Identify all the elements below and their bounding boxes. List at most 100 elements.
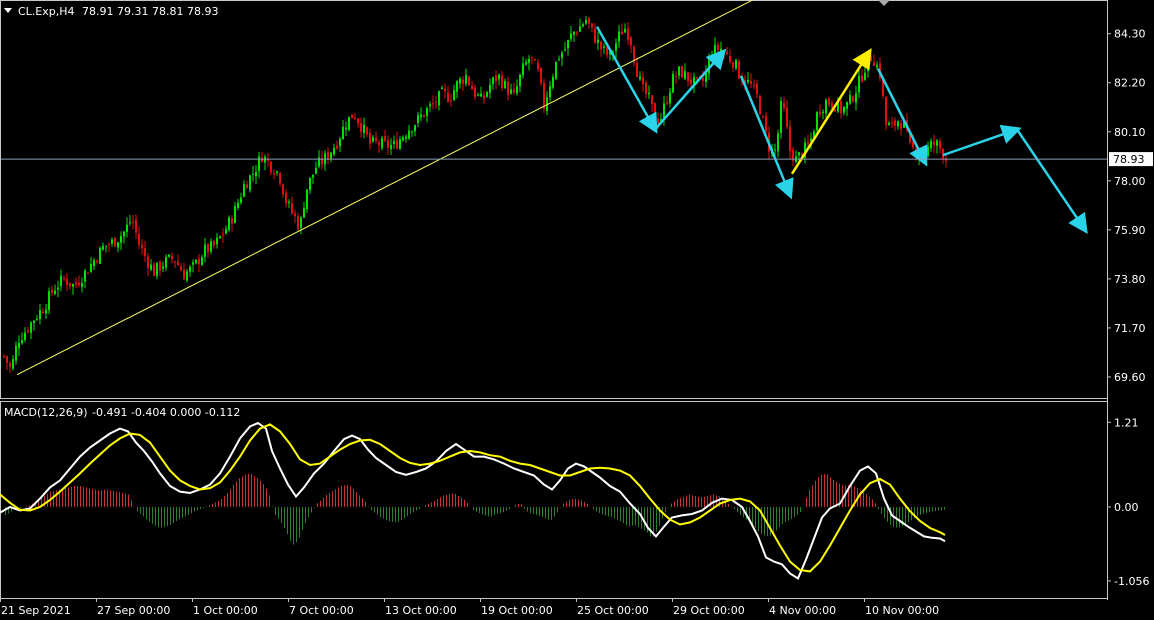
candle-body (411, 131, 413, 133)
candle-body (528, 58, 530, 63)
candle-body (849, 94, 851, 104)
candle-body (579, 26, 581, 32)
candle-body (201, 257, 203, 265)
macd-label: MACD(12,26,9) (4, 406, 88, 419)
time-tick-label: 13 Oct 00:00 (385, 604, 457, 617)
candle-body (846, 101, 848, 109)
candle-body (330, 152, 332, 159)
candle-body (894, 120, 896, 126)
candle-body (678, 66, 680, 76)
macd-signal-line (0, 423, 946, 573)
candle-body (129, 222, 131, 224)
candle-body (516, 86, 518, 94)
candle-body (429, 104, 431, 107)
candle-body (711, 57, 713, 61)
candle-body (423, 114, 425, 117)
candle-body (597, 39, 599, 43)
candle-body (291, 203, 293, 214)
candle-body (858, 75, 860, 93)
macd-values: -0.491 -0.404 0.000 -0.112 (92, 406, 240, 419)
candle-body (183, 269, 185, 280)
cyan-arrow[interactable] (654, 48, 727, 131)
candle-body (57, 287, 59, 290)
candle-body (150, 264, 152, 270)
candle-body (138, 234, 140, 245)
candle-body (666, 102, 668, 104)
candle-body (738, 61, 740, 79)
candle-body (780, 101, 782, 134)
candle-body (714, 44, 716, 59)
candle-body (231, 218, 233, 224)
candle-body (15, 345, 17, 361)
candle-body (924, 155, 926, 157)
candle-body (498, 74, 500, 80)
candle-body (570, 33, 572, 40)
candle-body (336, 145, 338, 149)
yellow-arrow[interactable] (790, 48, 872, 175)
candle-body (774, 149, 776, 151)
candle-body (135, 219, 137, 233)
candle-body (264, 156, 266, 163)
candle-body (372, 136, 374, 142)
candle-body (3, 355, 5, 357)
candle-body (48, 291, 50, 311)
candle-body (786, 107, 788, 127)
candle-body (588, 17, 590, 24)
candle-body (534, 59, 536, 61)
candle-body (417, 115, 419, 124)
candle-body (540, 68, 542, 84)
cyan-arrow[interactable] (739, 75, 794, 200)
cyan-arrow[interactable] (942, 124, 1022, 157)
candle-body (828, 98, 830, 105)
candle-body (582, 24, 584, 27)
time-tick-label: 27 Sep 00:00 (97, 604, 170, 617)
candle-body (114, 237, 116, 247)
candle-body (69, 282, 71, 287)
candle-body (357, 118, 359, 124)
price-tick-label: 71.70 (1114, 322, 1146, 335)
candle-body (198, 258, 200, 265)
candle-body (228, 217, 230, 230)
candle-body (159, 261, 161, 271)
candle-body (462, 79, 464, 84)
candle-body (192, 262, 194, 265)
candle-body (237, 202, 239, 208)
candle-body (888, 122, 890, 126)
candle-body (390, 144, 392, 149)
candle-body (342, 126, 344, 140)
chart-canvas[interactable]: 84.30 82.20 80.10 78.00 75.90 73.80 71.70 69.60… (0, 0, 1154, 620)
macd-pane-frame (0, 401, 1108, 599)
cyan-arrow[interactable] (595, 26, 658, 134)
support-trendline[interactable] (16, 0, 754, 376)
candle-body (63, 277, 65, 279)
symbol-label: CL.Exp,H4 (18, 5, 75, 18)
symbol-menu-triangle-icon[interactable] (4, 8, 12, 13)
candle-body (747, 79, 749, 83)
candle-body (360, 123, 362, 132)
candle-body (414, 125, 416, 132)
macd-line (0, 421, 946, 580)
candle-body (444, 88, 446, 92)
candle-body (918, 155, 920, 158)
candle-body (732, 62, 734, 68)
candle-body (495, 75, 497, 82)
candle-body (819, 111, 821, 115)
cyan-arrow[interactable] (1015, 128, 1088, 234)
candle-body (840, 100, 842, 114)
candle-body (834, 109, 836, 112)
candle-body (426, 107, 428, 116)
current-price-marker: 78.93 (1, 152, 1153, 167)
chart-annotations[interactable] (16, 0, 1088, 376)
candle-body (561, 52, 563, 59)
price-axis: 84.30 82.20 80.10 78.00 75.90 73.80 71.70 69.60 (1107, 28, 1146, 384)
candle-body (435, 101, 437, 103)
price-tick-label: 73.80 (1114, 273, 1146, 286)
candle-body (168, 254, 170, 257)
candle-body (30, 322, 32, 333)
candle-body (453, 90, 455, 101)
chart-shift-marker-icon[interactable] (878, 0, 890, 6)
candle-body (240, 197, 242, 203)
time-tick-label: 10 Nov 00:00 (865, 604, 939, 617)
candle-body (690, 79, 692, 84)
candle-body (204, 244, 206, 257)
